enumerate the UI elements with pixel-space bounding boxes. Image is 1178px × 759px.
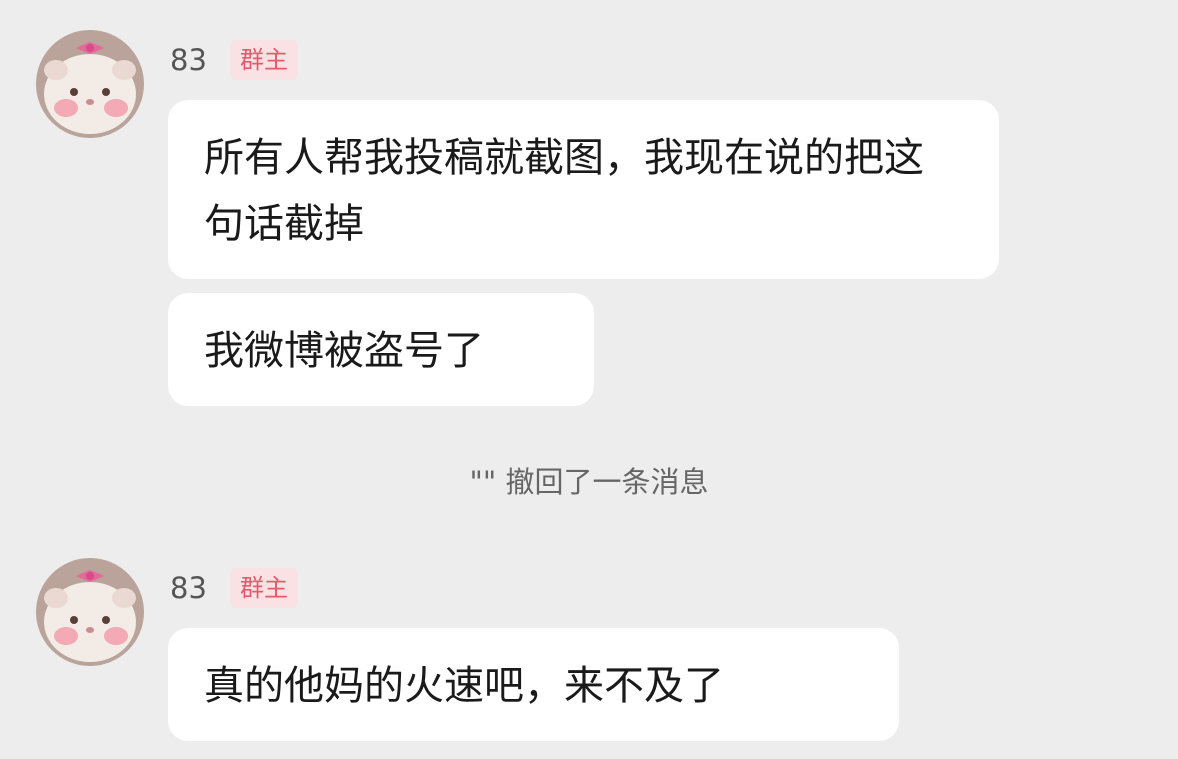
avatar[interactable] bbox=[36, 558, 144, 666]
hamster-avatar-icon bbox=[36, 558, 144, 666]
role-badge: 群主 bbox=[230, 40, 298, 80]
message-bubble[interactable]: 真的他妈的火速吧，来不及了 bbox=[168, 628, 899, 741]
avatar[interactable] bbox=[36, 30, 144, 138]
sender-name: 83 bbox=[170, 571, 207, 605]
message-text: 真的他妈的火速吧，来不及了 bbox=[204, 663, 724, 709]
message-bubble[interactable]: 所有人帮我投稿就截图，我现在说的把这句话截掉 bbox=[168, 100, 999, 279]
message-bubble[interactable]: 我微博被盗号了 bbox=[168, 293, 594, 406]
message-text: 所有人帮我投稿就截图，我现在说的把这句话截掉 bbox=[204, 135, 924, 247]
recall-notice: "" 撤回了一条消息 bbox=[469, 465, 709, 499]
hamster-avatar-icon bbox=[36, 30, 144, 138]
role-badge: 群主 bbox=[230, 568, 298, 608]
message-text: 我微博被盗号了 bbox=[204, 328, 484, 374]
sender-name: 83 bbox=[170, 43, 207, 77]
